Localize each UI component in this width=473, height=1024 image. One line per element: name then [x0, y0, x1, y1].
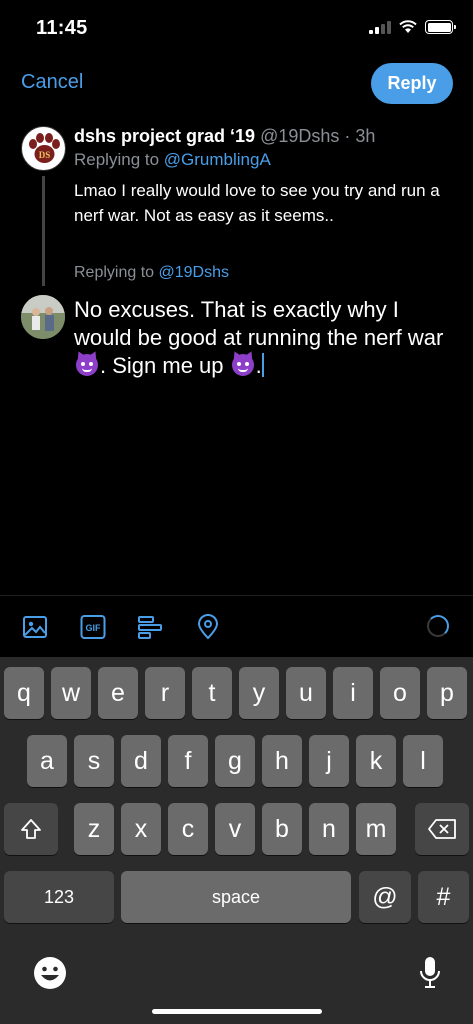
- original-replying-to: Replying to @GrumblingA: [74, 148, 454, 172]
- profile-photo: [21, 295, 65, 339]
- image-icon[interactable]: [22, 614, 48, 640]
- key-d[interactable]: d: [121, 735, 161, 787]
- original-name[interactable]: dshs project grad ‘19: [74, 126, 255, 146]
- gif-icon[interactable]: GIF: [80, 614, 106, 640]
- cancel-button[interactable]: Cancel: [21, 71, 83, 94]
- status-bar: 11:45: [0, 0, 473, 60]
- key-q[interactable]: q: [4, 667, 44, 719]
- key-a[interactable]: a: [27, 735, 67, 787]
- hash-key[interactable]: #: [418, 871, 469, 923]
- key-v[interactable]: v: [215, 803, 255, 855]
- poll-icon[interactable]: [137, 614, 163, 640]
- shift-icon: [21, 819, 41, 839]
- home-indicator[interactable]: [152, 1009, 322, 1014]
- original-handle: @19Dshs: [260, 126, 340, 146]
- original-text: Lmao I really would love to see you try …: [74, 181, 440, 225]
- battery-icon: [425, 20, 456, 34]
- key-f[interactable]: f: [168, 735, 208, 787]
- key-c[interactable]: c: [168, 803, 208, 855]
- key-x[interactable]: x: [121, 803, 161, 855]
- key-e[interactable]: e: [98, 667, 138, 719]
- numbers-key[interactable]: 123: [4, 871, 114, 923]
- status-time: 11:45: [36, 17, 88, 39]
- key-o[interactable]: o: [380, 667, 420, 719]
- key-m[interactable]: m: [356, 803, 396, 855]
- key-k[interactable]: k: [356, 735, 396, 787]
- microphone-icon[interactable]: [418, 955, 442, 991]
- my-avatar[interactable]: [21, 295, 65, 339]
- key-g[interactable]: g: [215, 735, 255, 787]
- compose-text-input[interactable]: No excuses. That is exactly why I would …: [74, 296, 459, 380]
- at-key[interactable]: @: [359, 871, 411, 923]
- key-h[interactable]: h: [262, 735, 302, 787]
- key-p[interactable]: p: [427, 667, 467, 719]
- svg-text:DS: DS: [39, 150, 51, 160]
- smiling-devil-emoji-icon: [231, 354, 254, 376]
- key-w[interactable]: w: [51, 667, 91, 719]
- key-u[interactable]: u: [286, 667, 326, 719]
- compose-replying-handle: @19Dshs: [158, 264, 230, 281]
- key-r[interactable]: r: [145, 667, 185, 719]
- gif-label: GIF: [86, 623, 102, 633]
- key-y[interactable]: y: [239, 667, 279, 719]
- wifi-icon: [399, 20, 417, 33]
- shift-key[interactable]: [4, 803, 58, 855]
- character-count-ring: [427, 615, 449, 637]
- original-separator: ·: [339, 126, 356, 146]
- key-j[interactable]: j: [309, 735, 349, 787]
- original-replying-handle[interactable]: @GrumblingA: [164, 150, 271, 169]
- key-l[interactable]: l: [403, 735, 443, 787]
- signal-icon: [369, 20, 391, 34]
- key-t[interactable]: t: [192, 667, 232, 719]
- smiling-devil-emoji-icon: [76, 354, 98, 376]
- key-n[interactable]: n: [309, 803, 349, 855]
- status-icons: [369, 20, 456, 34]
- key-s[interactable]: s: [74, 735, 114, 787]
- compose-replying-to[interactable]: Replying to @19Dshs: [74, 264, 229, 282]
- key-b[interactable]: b: [262, 803, 302, 855]
- compose-text-part2: . Sign me up: [100, 353, 230, 378]
- original-replying-prefix: Replying to: [74, 150, 164, 169]
- original-avatar[interactable]: DS: [21, 126, 66, 171]
- space-key[interactable]: space: [121, 871, 351, 923]
- emoji-icon[interactable]: [32, 955, 68, 991]
- backspace-key[interactable]: [415, 803, 469, 855]
- backspace-icon: [428, 819, 456, 839]
- keyboard: qwertyuiop asdfghjkl zxcvbnm 123 space @…: [0, 657, 473, 1024]
- key-i[interactable]: i: [333, 667, 373, 719]
- key-z[interactable]: z: [74, 803, 114, 855]
- compose-toolbar: GIF: [0, 595, 473, 657]
- paw-logo-icon: DS: [29, 133, 60, 163]
- location-icon[interactable]: [195, 614, 221, 640]
- compose-text-part1: No excuses. That is exactly why I would …: [74, 297, 444, 350]
- original-tweet: dshs project grad ‘19 @19Dshs · 3h Reply…: [74, 124, 454, 228]
- original-header: dshs project grad ‘19 @19Dshs · 3h: [74, 124, 454, 148]
- thread-line: [42, 176, 45, 286]
- compose-replying-prefix: Replying to: [74, 264, 159, 281]
- reply-button[interactable]: Reply: [371, 63, 453, 104]
- original-age: 3h: [355, 126, 376, 146]
- text-cursor: [261, 353, 264, 377]
